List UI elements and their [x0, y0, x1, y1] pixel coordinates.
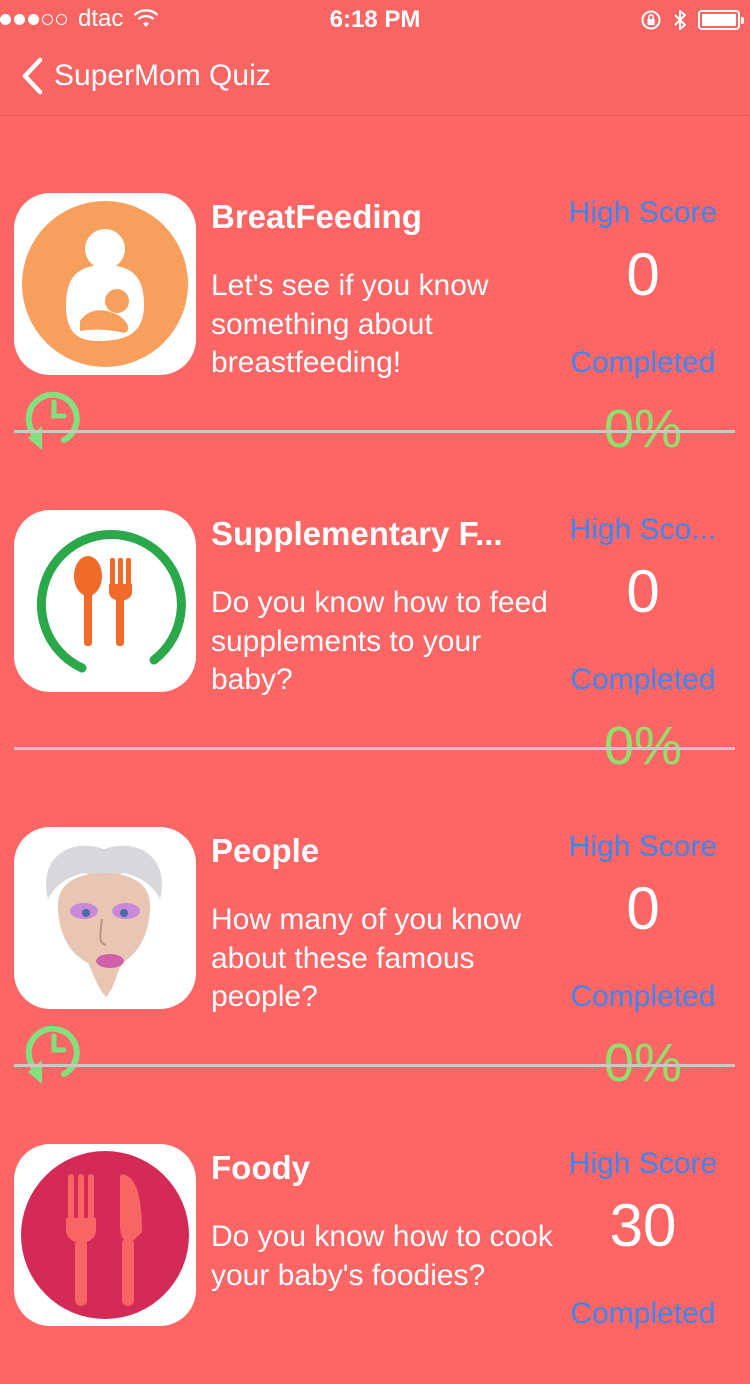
back-button[interactable]: SuperMom Quiz: [20, 56, 271, 96]
fork-knife-icon: [21, 1151, 189, 1319]
quiz-row-people[interactable]: People How many of you know about these …: [0, 750, 750, 1093]
high-score-value: 0: [626, 558, 660, 625]
bluetooth-icon: [674, 10, 686, 30]
completed-label: Completed: [570, 346, 716, 379]
status-bar: dtac 6:18 PM: [0, 0, 750, 40]
nav-title: SuperMom Quiz: [54, 59, 271, 92]
quiz-title: Foody: [211, 1149, 310, 1186]
chevron-left-icon: [22, 57, 43, 95]
status-time: 6:18 PM: [329, 6, 421, 33]
breastfeeding-icon: [22, 201, 188, 367]
completed-label: Completed: [570, 663, 716, 696]
quiz-title: BreatFeeding: [211, 198, 422, 235]
nav-bar: SuperMom Quiz: [0, 40, 750, 116]
quiz-title: People: [211, 832, 320, 869]
quiz-description: How many of you know about these famous …: [211, 903, 522, 1013]
status-right: [640, 8, 744, 32]
high-score-value: 30: [609, 1192, 677, 1259]
quiz-thumbnail: [14, 193, 196, 375]
quiz-row-foody[interactable]: Foody Do you know how to cook your baby'…: [0, 1067, 750, 1384]
high-score-label: High Score: [568, 830, 718, 863]
quiz-title: Supplementary F...: [211, 515, 503, 552]
battery-icon: [698, 10, 744, 30]
quiz-description: Let's see if you know something about br…: [211, 269, 489, 379]
completed-label: Completed: [570, 980, 716, 1013]
quiz-row-supplementary[interactable]: Supplementary F... Do you know how to fe…: [0, 433, 750, 776]
high-score-label: High Score: [568, 196, 718, 229]
rotation-lock-icon: [641, 10, 661, 30]
quiz-thumbnail: [14, 827, 196, 1009]
spoon-fork-icon: [36, 530, 186, 673]
high-score-value: 0: [626, 241, 660, 308]
high-score-label: High Sco...: [569, 513, 717, 546]
cartoon-face-icon: [46, 845, 162, 997]
quiz-thumbnail: [14, 1144, 196, 1326]
quiz-description: Do you know how to feed supplements to y…: [211, 586, 548, 696]
quiz-row-breastfeeding[interactable]: BreatFeeding Let's see if you know somet…: [0, 116, 750, 459]
quiz-description: Do you know how to cook your baby's food…: [211, 1220, 553, 1292]
quiz-thumbnail: [14, 510, 196, 692]
high-score-label: High Score: [568, 1147, 718, 1180]
completed-label: Completed: [570, 1297, 716, 1330]
high-score-value: 0: [626, 875, 660, 942]
